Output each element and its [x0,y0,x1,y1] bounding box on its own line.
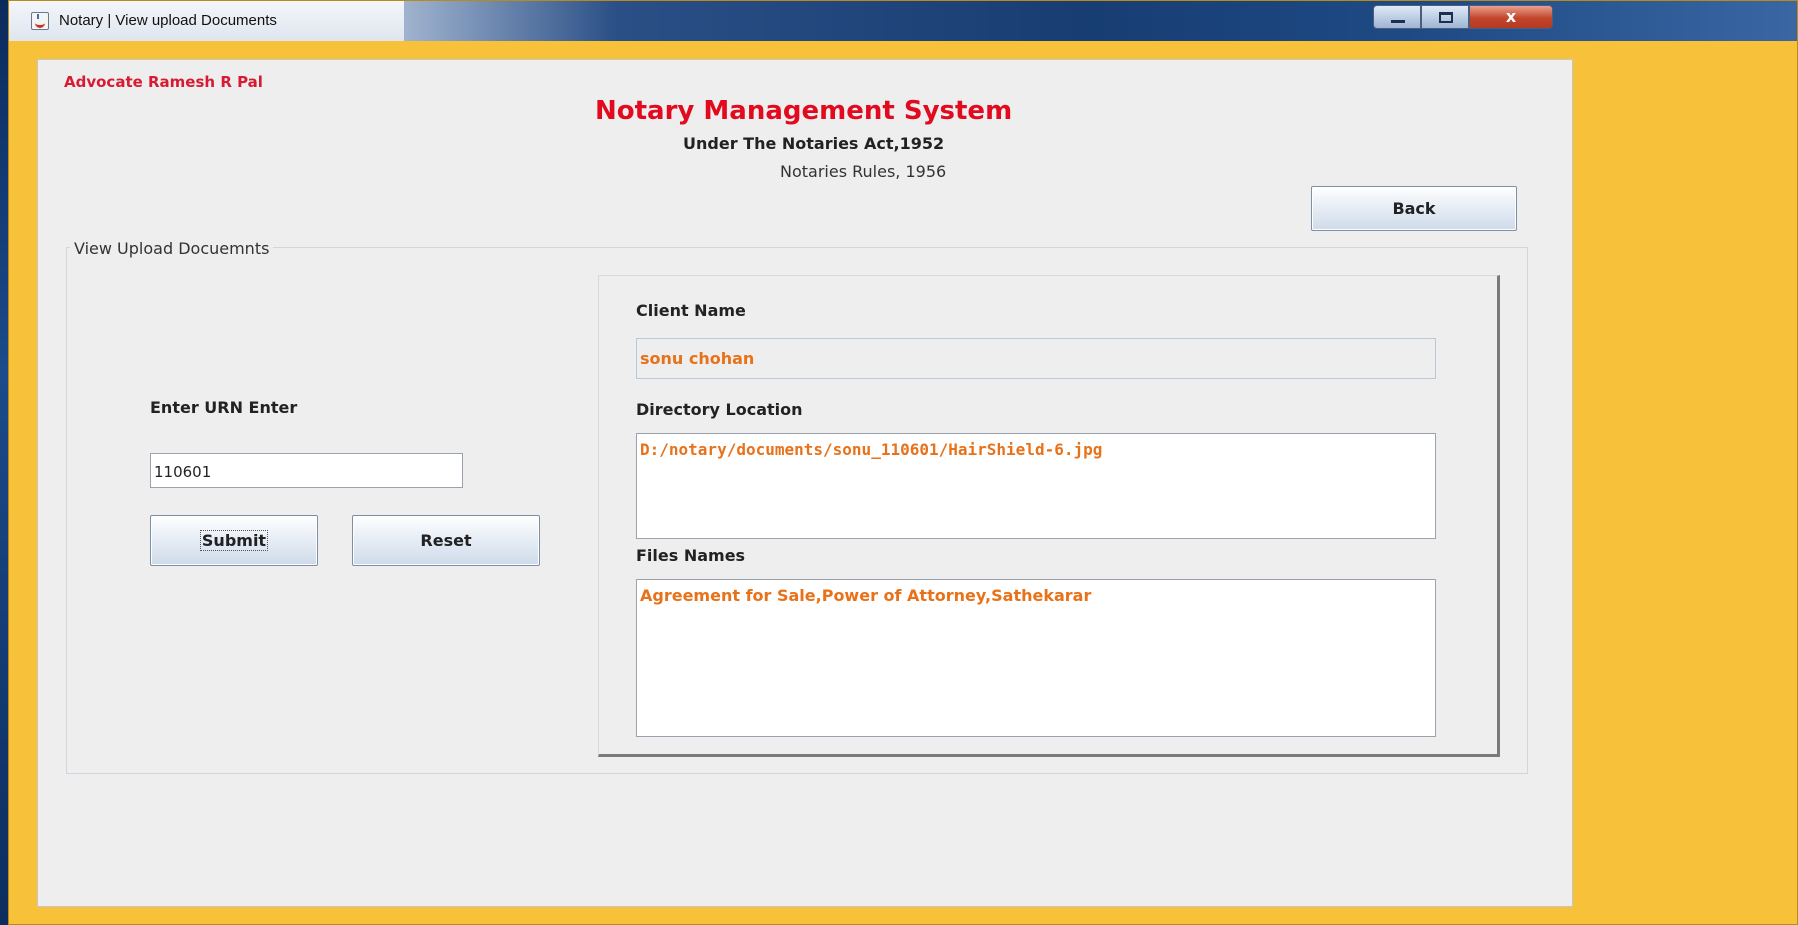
minimize-button[interactable] [1373,5,1421,29]
client-name-label: Client Name [636,301,746,320]
submit-label: Submit [199,530,269,551]
title-tab: Notary | View upload Documents [9,1,405,41]
submit-button[interactable]: Submit [150,515,318,566]
maximize-button[interactable] [1421,5,1469,29]
java-cup-icon [31,12,49,30]
urn-input[interactable]: 110601 [150,453,463,488]
client-name-field: sonu chohan [636,338,1436,379]
subtitle-rules: Notaries Rules, 1956 [780,162,947,181]
app-window: Notary | View upload Documents x Advocat… [8,0,1798,925]
minimize-icon [1391,20,1405,23]
window-title: Notary | View upload Documents [59,12,277,29]
content-panel: Advocate Ramesh R Pal Notary Management … [37,59,1573,907]
page-title: Notary Management System [595,96,1013,126]
close-icon: x [1505,7,1517,26]
files-names-textarea[interactable]: Agreement for Sale,Power of Attorney,Sat… [636,579,1436,737]
reset-button[interactable]: Reset [352,515,540,566]
close-button[interactable]: x [1469,5,1553,29]
urn-label: Enter URN Enter [150,398,298,417]
advocate-name: Advocate Ramesh R Pal [64,73,263,91]
maximize-icon [1439,12,1453,23]
subtitle-act: Under The Notaries Act,1952 [683,134,945,153]
desktop-edge [0,0,8,925]
group-title: View Upload Docuemnts [70,239,274,258]
back-button[interactable]: Back [1311,186,1517,231]
directory-location-label: Directory Location [636,400,803,419]
directory-location-textarea[interactable]: D:/notary/documents/sonu_110601/HairShie… [636,433,1436,539]
files-names-label: Files Names [636,546,746,565]
title-bar[interactable]: Notary | View upload Documents x [9,1,1797,41]
